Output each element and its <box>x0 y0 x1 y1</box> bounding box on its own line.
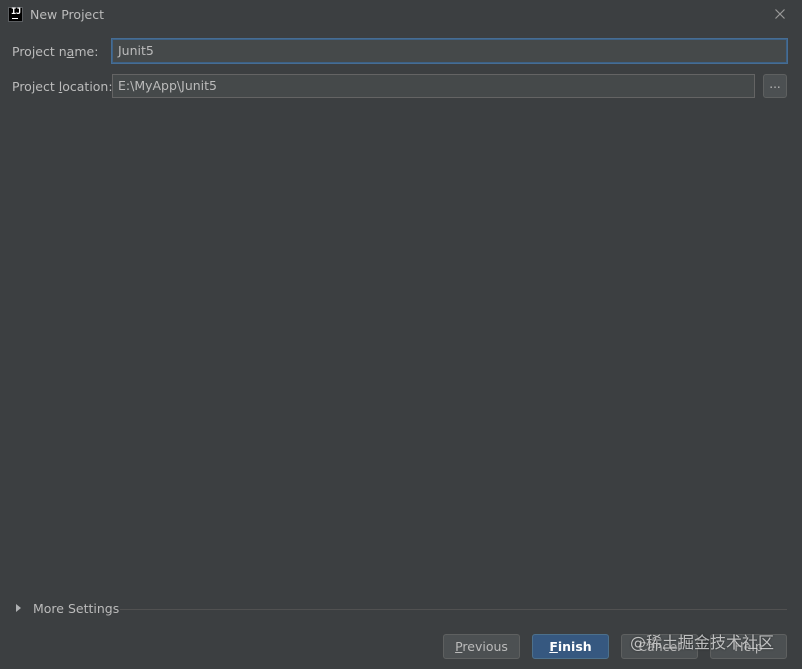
window-title: New Project <box>30 7 105 22</box>
project-name-input[interactable]: Junit5 <box>112 39 787 63</box>
finish-button[interactable]: Finish <box>532 634 609 659</box>
more-settings-separator <box>120 609 787 610</box>
new-project-dialog: IJ New Project Project name: Junit5 Proj… <box>0 0 802 669</box>
close-icon[interactable] <box>772 6 788 22</box>
help-button[interactable]: Help <box>710 634 787 659</box>
project-location-input[interactable]: E:\MyApp\Junit5 <box>112 74 755 98</box>
cancel-button[interactable]: Cancel <box>621 634 698 659</box>
browse-location-button[interactable]: ... <box>763 74 787 98</box>
title-bar[interactable]: IJ New Project <box>0 0 802 30</box>
triangle-right-icon <box>16 604 21 612</box>
previous-button[interactable]: Previous <box>443 634 520 659</box>
project-name-label: Project name: <box>12 44 99 59</box>
intellij-idea-icon: IJ <box>8 7 23 22</box>
more-settings-label: More Settings <box>33 601 120 616</box>
project-location-label: Project location: <box>12 79 113 94</box>
